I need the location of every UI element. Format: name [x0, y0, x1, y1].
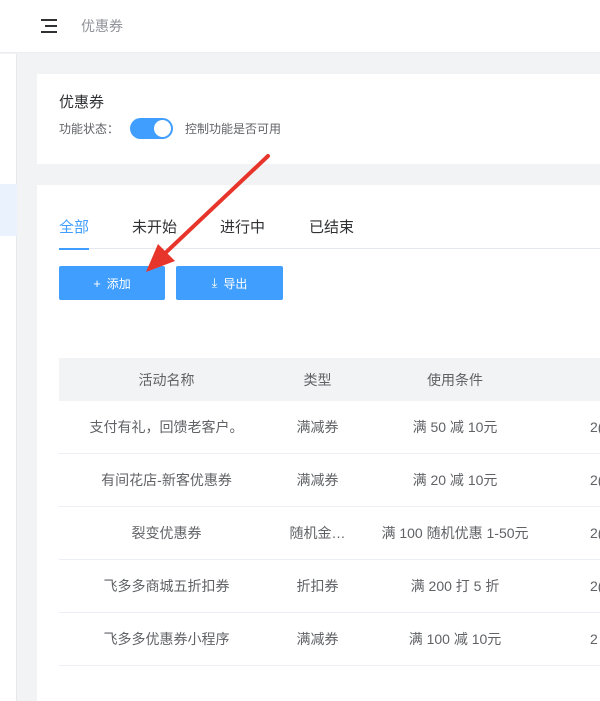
cell-extra: 2( [590, 472, 600, 488]
table-row[interactable]: 飞多多优惠券小程序 满减券 满 100 减 10元 2 [59, 613, 600, 666]
top-bar: 优惠券 [0, 0, 600, 53]
export-button-label: 导出 [223, 276, 248, 291]
cell-condition: 满 50 减 10元 [412, 419, 498, 435]
tab-in-progress[interactable]: 进行中 [220, 217, 265, 249]
cell-name: 支付有礼，回馈老客户。 [89, 419, 244, 435]
coupon-table: 活动名称 类型 使用条件 支付有礼，回馈老客户。 满减券 满 50 减 10元 … [59, 358, 600, 666]
card-title: 优惠券 [59, 94, 105, 111]
cell-type: 满减券 [296, 419, 339, 435]
cell-extra: 2( [590, 525, 600, 541]
column-header-name[interactable]: 活动名称 [59, 370, 274, 390]
table-row[interactable]: 飞多多商城五折扣券 折扣券 满 200 打 5 折 2( [59, 560, 600, 613]
download-icon: ⤓ [211, 275, 218, 290]
sidebar [0, 54, 17, 701]
cell-type: 满减券 [296, 631, 339, 647]
status-label: 功能状态： [59, 122, 120, 136]
table-row[interactable]: 裂变优惠券 随机金… 满 100 随机优惠 1-50元 2( [59, 507, 600, 560]
add-button[interactable]: + 添加 [59, 266, 165, 300]
tab-ended[interactable]: 已结束 [309, 217, 354, 249]
status-tabs: 全部 未开始 进行中 已结束 [59, 217, 600, 250]
tab-not-started[interactable]: 未开始 [132, 217, 177, 249]
sidebar-item-active[interactable] [0, 184, 17, 236]
cell-condition: 满 200 打 5 折 [410, 578, 500, 594]
cell-name: 有间花店-新客优惠券 [101, 472, 232, 488]
feature-toggle[interactable] [130, 118, 174, 139]
add-button-label: 添加 [106, 276, 131, 291]
export-button[interactable]: ⤓ 导出 [176, 266, 283, 300]
cell-type: 折扣券 [296, 578, 339, 594]
page-title: 优惠券 [81, 18, 123, 34]
cell-type: 随机金… [289, 525, 346, 541]
cell-extra: 2 [590, 631, 598, 647]
tab-all[interactable]: 全部 [59, 217, 90, 250]
cell-extra: 2( [590, 578, 600, 594]
cell-name: 裂变优惠券 [131, 525, 202, 541]
table-header: 活动名称 类型 使用条件 [59, 358, 600, 401]
cell-name: 飞多多优惠券小程序 [103, 631, 230, 647]
cell-extra: 2( [590, 419, 600, 435]
status-row: 功能状态： 控制功能是否可用 [59, 118, 281, 139]
coupon-list-card: 全部 未开始 进行中 已结束 + 添加 ⤓ 导出 活动名称 类型 使用条件 支付… [37, 185, 600, 701]
plus-icon: + [93, 275, 101, 291]
toggle-hint: 控制功能是否可用 [185, 122, 282, 136]
menu-collapse-icon[interactable] [41, 19, 57, 33]
column-header-type[interactable]: 类型 [274, 370, 361, 390]
column-header-condition[interactable]: 使用条件 [361, 370, 549, 390]
table-row[interactable]: 支付有礼，回馈老客户。 满减券 满 50 减 10元 2( [59, 401, 600, 454]
cell-type: 满减券 [296, 472, 339, 488]
cell-condition: 满 20 减 10元 [412, 472, 498, 488]
table-row[interactable]: 有间花店-新客优惠券 满减券 满 20 减 10元 2( [59, 454, 600, 507]
cell-condition: 满 100 随机优惠 1-50元 [381, 525, 529, 541]
cell-condition: 满 100 减 10元 [408, 631, 502, 647]
cell-name: 飞多多商城五折扣券 [103, 578, 230, 594]
feature-status-card: 优惠券 功能状态： 控制功能是否可用 [37, 74, 600, 164]
